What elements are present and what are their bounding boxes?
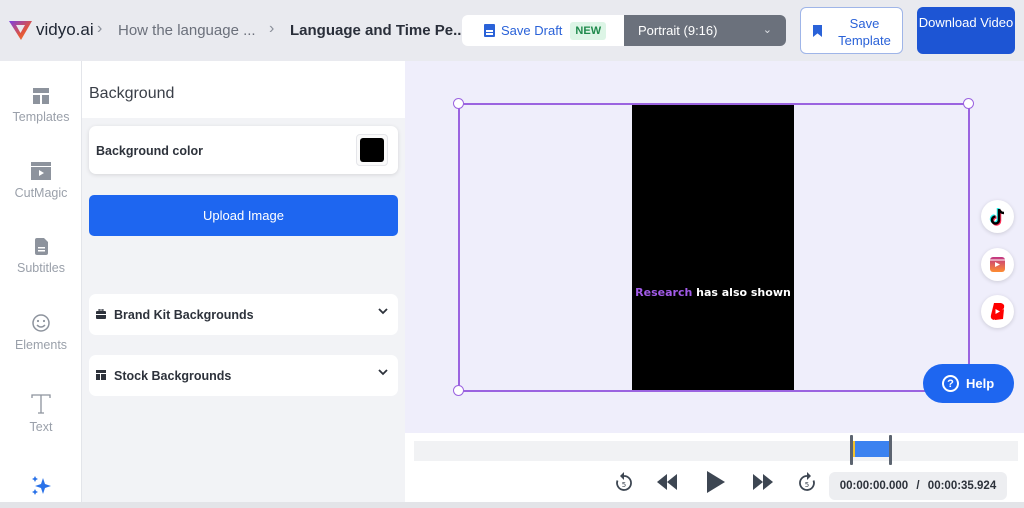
panel-header: Background [82,61,405,118]
question-icon: ? [942,375,959,392]
help-button[interactable]: ? Help [923,364,1014,403]
selection-frame[interactable] [458,103,970,392]
background-color-swatch[interactable] [356,134,388,166]
current-time: 00:00:00.000 [839,480,909,492]
sidebar-item-elements[interactable]: Elements [0,314,82,352]
sidebar-item-templates[interactable]: Templates [0,88,82,124]
chevron-down-icon [378,308,388,315]
aspect-ratio-value: Portrait (9:16) [638,23,718,38]
time-display: 00:00:00.000 / 00:00:35.924 [829,472,1007,500]
swatch-fill [360,138,384,162]
youtube-shorts-icon [990,303,1005,320]
skip-back-button[interactable] [657,474,677,490]
rewind-5s-button[interactable]: 5 [614,471,634,493]
resize-handle-top-right[interactable] [963,98,974,109]
tiktok-icon [989,208,1005,226]
sidebar-label: Elements [14,338,68,352]
help-label: Help [966,376,995,391]
instagram-reels-button[interactable] [981,248,1014,281]
timeline-track[interactable] [414,441,1018,461]
svg-text:5: 5 [622,481,626,489]
save-draft-button[interactable]: Save Draft NEW [462,15,624,46]
briefcase-icon [96,309,106,319]
skip-forward-button[interactable] [753,474,773,490]
accordion-label: Brand Kit Backgrounds [114,308,254,322]
background-color-label: Background color [96,144,203,158]
download-video-button[interactable]: Download Video [917,7,1015,54]
save-template-button[interactable]: Save Template [800,7,903,54]
stock-backgrounds-accordion[interactable]: Stock Backgrounds [89,355,398,396]
brand-name: vidyo.ai [36,20,94,39]
document-icon [484,24,495,37]
forward-5s-button[interactable]: 5 [797,471,817,493]
breadcrumb-project[interactable]: How the language ... [118,22,256,39]
background-panel: Background Background color Upload Image… [82,61,405,502]
bottom-strip [0,502,1024,508]
upload-image-button[interactable]: Upload Image [89,195,398,236]
save-draft-label: Save Draft [501,23,563,38]
templates-icon [33,88,49,104]
chevron-right-icon: › [269,20,275,37]
tiktok-button[interactable] [981,200,1014,233]
sidebar-label: Templates [12,110,70,124]
svg-text:5: 5 [805,481,809,489]
brand-logo[interactable]: vidyo.ai [8,19,94,41]
sidebar-item-cutmagic[interactable]: CutMagic [0,161,82,200]
total-time: 00:00:35.924 [927,480,997,492]
vidyo-logo-icon [9,21,32,40]
sidebar-item-text[interactable]: Text [0,394,82,434]
text-icon [31,394,51,414]
breadcrumb-clip[interactable]: Language and Time Pe... [290,22,466,39]
chevron-right-icon: › [97,20,103,37]
smiley-icon [32,314,50,332]
canvas-area: Research has also shown ? Help [405,61,1024,433]
document-icon [34,238,48,255]
timeline: 5 5 00:00:00.000 / 00:00:35.924 [405,433,1024,502]
sidebar-label: CutMagic [14,186,68,200]
top-bar: vidyo.ai › How the language ... › Langua… [0,0,1024,61]
chevron-down-icon [378,369,388,376]
sidebar: Templates CutMagic Subtitles Elements Te… [0,61,82,502]
new-badge: NEW [570,21,607,40]
background-color-card: Background color [89,126,398,174]
sidebar-label: Subtitles [17,261,65,275]
clapperboard-icon [31,162,51,180]
sidebar-item-subtitles[interactable]: Subtitles [0,238,82,275]
youtube-shorts-button[interactable] [981,295,1014,328]
bookmark-icon [813,25,822,37]
accordion-label: Stock Backgrounds [114,369,232,383]
panel-title: Background [89,85,175,102]
clip-fill [854,441,889,457]
aspect-ratio-select[interactable]: Portrait (9:16) ⌄ [624,15,786,46]
clip-trim-handle-start[interactable] [850,435,853,465]
time-separator: / [916,480,920,492]
sparkle-icon [32,476,51,495]
save-template-label: Save Template [838,16,891,48]
resize-handle-top-left[interactable] [453,98,464,109]
clip-trim-handle-end[interactable] [889,435,892,465]
sidebar-label: Text [29,420,53,434]
brand-kit-backgrounds-accordion[interactable]: Brand Kit Backgrounds [89,294,398,335]
playhead-marker[interactable] [853,441,855,457]
sidebar-item-ai[interactable] [0,475,82,501]
chevron-down-icon: ⌄ [762,24,772,36]
play-button[interactable] [706,471,726,493]
layout-icon [96,370,106,380]
timeline-clip[interactable] [850,435,892,465]
resize-handle-bottom-left[interactable] [453,385,464,396]
instagram-reels-icon [990,257,1005,272]
